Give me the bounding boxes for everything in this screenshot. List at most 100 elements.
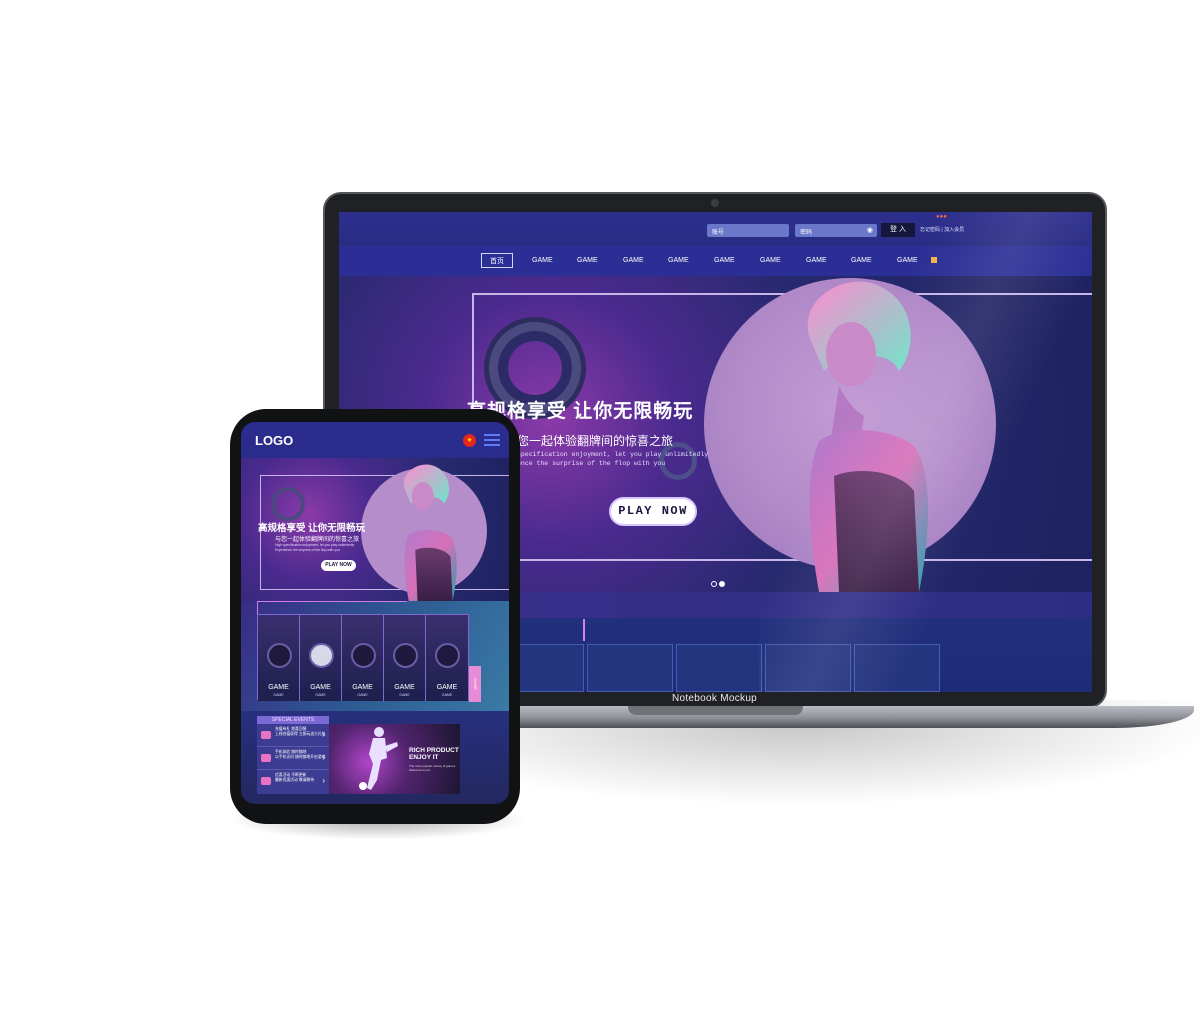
password-input[interactable]: 密码 ◉ — [795, 224, 877, 237]
carousel-dot-1[interactable] — [711, 581, 717, 587]
login-button[interactable]: 登 入 — [881, 223, 915, 237]
mobile-games-section: GAME GAME GAME GAME GAME GAME GAME GAME — [241, 601, 509, 711]
banner-title-line1: RICH PRODUCT — [409, 747, 459, 754]
camera-icon — [711, 199, 719, 207]
events-heading: SPECIAL EVENTS — [257, 716, 329, 724]
game-tile[interactable] — [765, 644, 851, 692]
account-links[interactable]: 忘记密码 | 加入会员 — [920, 226, 964, 233]
game-card-label: GAME — [310, 684, 331, 691]
event-text: 优惠活动 不断更新 最新优惠活动 敬请期待 — [275, 773, 314, 783]
model-illustration — [807, 281, 929, 592]
mobile-events-section: SPECIAL EVENTS 充值有礼 惊喜回馈 上线充值获得 立即玩送大礼包 … — [241, 711, 509, 804]
billiard-ball-icon — [309, 643, 334, 668]
banner-desc-line2: Welcome to join — [409, 768, 431, 772]
dragon-icon — [393, 643, 418, 668]
gift-icon — [261, 731, 271, 739]
laptop-notch — [628, 706, 803, 715]
nav-game-6[interactable]: GAME — [760, 253, 781, 268]
chevron-right-icon: › — [322, 730, 325, 739]
game-card[interactable]: GAME GAME — [300, 615, 342, 701]
events-list: 充值有礼 惊喜回馈 上线充值获得 立即玩送大礼包 › 手机体验 随时随地 以手机… — [257, 724, 329, 794]
nav-game-8[interactable]: GAME — [851, 253, 872, 268]
game-card-label: GAME — [268, 684, 289, 691]
game-chip-icon — [267, 643, 292, 668]
hero-subtitle: 您一起体验翻牌间的惊喜之旅 — [517, 434, 674, 448]
model-illustration — [403, 464, 457, 601]
hamburger-menu-icon[interactable] — [484, 434, 500, 447]
fishing-icon — [435, 643, 460, 668]
event-item[interactable]: 充值有礼 惊喜回馈 上线充值获得 立即玩送大礼包 › — [257, 724, 329, 747]
banner-desc: The most popular variety of games Welcom… — [409, 764, 455, 772]
china-flag-icon[interactable]: ★ — [463, 434, 476, 447]
hero-english-text: specification enjoyment, let you play un… — [517, 450, 708, 468]
section-line — [257, 601, 258, 614]
game-card[interactable]: GAME GAME — [258, 615, 300, 701]
game-card-sub: GAME — [399, 693, 410, 697]
game-card[interactable]: GAME GAME — [426, 615, 468, 701]
game-card-sub: GAME — [273, 693, 284, 697]
nav-game-3[interactable]: GAME — [623, 253, 644, 268]
hero-english-line1: specification enjoyment, let you play un… — [517, 451, 709, 458]
mobile-hero-subtitle: 与您一起体验翻牌间的惊喜之旅 — [275, 537, 360, 543]
game-tile[interactable] — [587, 644, 673, 692]
eye-icon[interactable]: ◉ — [867, 226, 873, 234]
events-banner[interactable]: RICH PRODUCT ENJOY IT The most popular v… — [329, 724, 460, 794]
mockup-caption: Notebook Mockup — [671, 693, 758, 704]
game-card-label: GAME — [436, 684, 458, 691]
hero-english-line2: ence the surprise of the flop with you — [517, 460, 666, 467]
phone-mockup: LOGO ★ 高规格享受 让你无限畅玩 与您一起体验翻牌间的惊喜之旅 High … — [230, 409, 520, 824]
game-tile[interactable] — [676, 644, 762, 692]
game-card-label: GAME — [394, 684, 415, 691]
game-card-sub: GAME — [441, 693, 453, 697]
main-nav: 首页 GAME GAME GAME GAME GAME GAME GAME GA… — [339, 246, 1092, 276]
event-item[interactable]: 优惠活动 不断更新 最新优惠活动 敬请期待 › — [257, 770, 329, 793]
game-card[interactable]: GAME GAME — [342, 615, 384, 701]
game-list: GAME GAME GAME GAME GAME GAME GAME GAME — [257, 614, 469, 701]
event-desc: 最新优惠活动 敬请期待 — [275, 778, 315, 782]
account-placeholder: 账号 — [712, 230, 725, 236]
mobile-play-now-button[interactable]: PLAY NOW — [321, 560, 356, 571]
event-desc: 上线充值获得 立即玩送大礼包 — [275, 732, 326, 736]
mobile-hero-english-text: High specification enjoyment, let you pl… — [275, 543, 354, 552]
event-desc: 以手机访问 随时随地开启游戏 — [275, 755, 326, 759]
game-card-label: GAME — [352, 684, 373, 691]
game-tile[interactable] — [854, 644, 940, 692]
event-text: 充值有礼 惊喜回馈 上线充值获得 立即玩送大礼包 — [275, 727, 325, 737]
chip-ring-icon — [271, 487, 305, 521]
mobile-screen: LOGO ★ 高规格享受 让你无限畅玩 与您一起体验翻牌间的惊喜之旅 High … — [241, 422, 509, 804]
phone-icon — [261, 754, 271, 762]
nav-game-2[interactable]: GAME — [577, 253, 598, 268]
nav-home[interactable]: 首页 — [481, 253, 513, 268]
logo[interactable]: LOGO — [255, 433, 293, 448]
section-divider — [583, 619, 585, 641]
game-card-sub: GAME — [315, 693, 326, 697]
carousel-dot-2[interactable] — [719, 581, 725, 587]
carousel-dots — [711, 574, 727, 592]
nav-game-9[interactable]: GAME — [897, 253, 918, 268]
nav-game-7[interactable]: GAME — [806, 253, 827, 268]
event-text: 手机体验 随时随地 以手机访问 随时随地开启游戏 — [275, 750, 325, 760]
soccer-player-illustration — [359, 727, 398, 790]
banner-title: RICH PRODUCT ENJOY IT — [409, 747, 459, 761]
password-placeholder: 密码 — [800, 230, 813, 236]
games-side-tab[interactable]: GAME — [469, 666, 481, 702]
mobile-hero-english-line2: Experience the surprise of the flop with… — [275, 547, 340, 552]
present-icon — [261, 777, 271, 785]
nav-game-4[interactable]: GAME — [668, 253, 689, 268]
gift-icon[interactable] — [931, 257, 937, 263]
mobile-header: LOGO ★ — [241, 422, 509, 458]
game-card-sub: GAME — [357, 693, 368, 697]
game-card[interactable]: GAME GAME — [384, 615, 426, 701]
event-item[interactable]: 手机体验 随时随地 以手机访问 随时随地开启游戏 › — [257, 747, 329, 770]
language-flags-icon[interactable]: ●●● — [936, 214, 947, 220]
top-bar: 账号 密码 ◉ 登 入 ●●● 忘记密码 | 加入会员 — [339, 212, 1092, 246]
nav-game-1[interactable]: GAME — [532, 253, 553, 268]
play-now-button[interactable]: PLAY NOW — [609, 497, 697, 526]
mobile-hero-title: 高规格享受 让你无限畅玩 — [258, 523, 366, 534]
chevron-right-icon: › — [322, 753, 325, 762]
chevron-right-icon: › — [322, 776, 325, 785]
section-line — [257, 601, 407, 602]
nav-game-5[interactable]: GAME — [714, 253, 735, 268]
account-input[interactable]: 账号 — [707, 224, 789, 237]
slot-reel-icon — [351, 643, 376, 668]
